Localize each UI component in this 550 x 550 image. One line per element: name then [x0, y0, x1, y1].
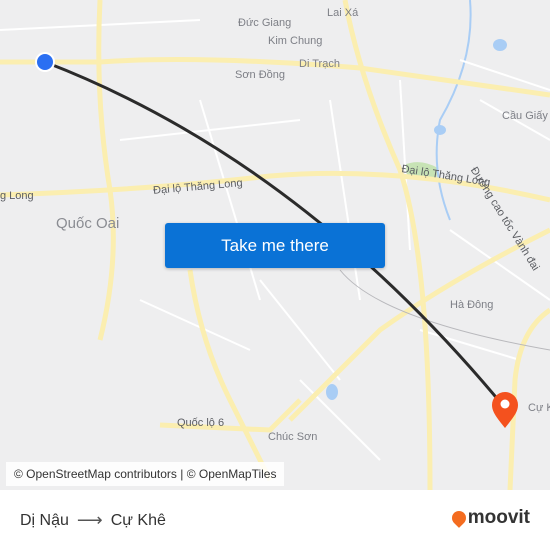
water-body [326, 384, 338, 400]
origin-name: Dị Nậu [20, 511, 69, 529]
place-label: Kim Chung [268, 35, 323, 47]
place-label: Hà Đông [450, 299, 494, 311]
map-view[interactable]: Lai Xá Đức Giang Kim Chung Di Trạch Sơn … [0, 0, 550, 490]
footer-bar: Dị Nậu ⟶ Cự Khê moovit [0, 490, 550, 550]
water-body [434, 125, 446, 135]
place-label: Đức Giang [238, 17, 292, 29]
road-label: g Long [0, 190, 34, 202]
place-label: Di Trạch [299, 58, 340, 70]
take-me-there-button[interactable]: Take me there [165, 223, 385, 268]
place-label: Lai Xá [327, 7, 359, 19]
place-label: Cầu Giấy [502, 110, 548, 122]
route-summary: Dị Nậu ⟶ Cự Khê [20, 510, 166, 531]
road-label: Quốc lộ 6 [177, 417, 225, 429]
place-label: Cự K [528, 402, 550, 414]
place-label: Sơn Đồng [235, 69, 286, 81]
moovit-logo-text: moovit [467, 507, 530, 528]
moovit-logo[interactable]: moovit [448, 507, 530, 529]
river [435, 0, 472, 221]
destination-name: Cự Khê [110, 511, 166, 529]
water-body [493, 39, 507, 51]
origin-marker[interactable] [37, 54, 53, 70]
moovit-pin-icon [448, 508, 469, 528]
arrow-right-icon: ⟶ [76, 510, 103, 530]
place-label: Quốc Oai [56, 215, 120, 232]
place-label: Chúc Sơn [268, 431, 318, 443]
map-attribution[interactable]: © OpenStreetMap contributors | © OpenMap… [6, 462, 285, 486]
